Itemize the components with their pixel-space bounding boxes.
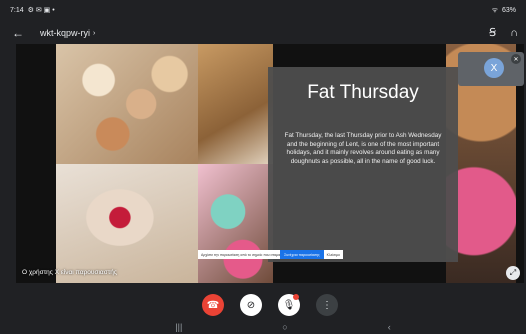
presentation-stage: Fat Thursday Fat Thursday, the last Thur… xyxy=(16,44,524,283)
nav-back-icon[interactable]: ‹ xyxy=(388,322,391,334)
recents-icon[interactable]: ||| xyxy=(175,322,182,334)
filled-doughnut-photo xyxy=(56,164,198,283)
status-bar: 7:14 ⚙ ✉ ▣ • ᯤ 63% xyxy=(0,0,526,20)
fullscreen-icon[interactable]: ⤢ xyxy=(506,266,520,280)
meeting-code[interactable]: wkt-kqpw-ryi xyxy=(40,28,90,38)
presenter-label: Ο χρήστης Χ είναι παρουσιαστής xyxy=(22,269,118,276)
status-left: 7:14 ⚙ ✉ ▣ • xyxy=(10,6,55,15)
camera-off-button[interactable]: ⊘ xyxy=(240,294,262,316)
pastries-photo xyxy=(198,44,273,164)
meeting-header: ← wkt-kqpw-ryi › Ꞩ ∩ xyxy=(0,22,526,44)
resume-presentation-text: Αρχίστε την παρουσίαση από το σημείο που… xyxy=(201,252,281,257)
wifi-icon: ᯤ xyxy=(491,6,498,14)
slide-text-panel: Fat Thursday Fat Thursday, the last Thur… xyxy=(268,67,458,262)
slide-title: Fat Thursday xyxy=(307,82,419,103)
battery-level: 63% xyxy=(501,6,516,14)
switch-audio-icon[interactable]: Ꞩ xyxy=(489,26,496,39)
avatar: X xyxy=(484,58,504,78)
microphone-icon: 🎙 xyxy=(282,299,296,311)
back-arrow-icon[interactable]: ← xyxy=(12,26,28,40)
resume-presentation-button[interactable]: Συνέχεια παρουσίασης xyxy=(280,250,324,259)
notification-icons: ⚙ ✉ ▣ • xyxy=(27,7,55,14)
slide-body: Fat Thursday, the last Thursday prior to… xyxy=(284,132,442,165)
system-nav-bar: ||| ○ ‹ xyxy=(0,322,526,334)
status-right: ᯤ 63% xyxy=(492,6,516,15)
call-controls: ☎ ⊘ 🎙 ⋮ xyxy=(0,290,526,320)
mic-button[interactable]: 🎙 xyxy=(278,294,300,316)
chevron-right-icon[interactable]: › xyxy=(93,30,95,37)
hang-up-button[interactable]: ☎ xyxy=(202,294,224,316)
self-view-tile[interactable]: X ✕ xyxy=(458,52,524,86)
more-options-button[interactable]: ⋮ xyxy=(316,294,338,316)
status-time: 7:14 xyxy=(10,6,24,14)
close-resume-button[interactable]: Κλείσιμο xyxy=(324,253,343,257)
header-actions: Ꞩ ∩ xyxy=(489,26,518,40)
resume-presentation-bar: Αρχίστε την παρουσίαση από το σημείο που… xyxy=(198,250,343,259)
home-icon[interactable]: ○ xyxy=(282,322,287,334)
headset-icon[interactable]: ∩ xyxy=(510,27,518,39)
mic-alert-dot xyxy=(293,294,299,300)
glazed-doughnuts-photo xyxy=(198,164,273,283)
mic-off-icon: ✕ xyxy=(511,54,521,64)
doughnuts-tray-photo xyxy=(56,44,198,164)
